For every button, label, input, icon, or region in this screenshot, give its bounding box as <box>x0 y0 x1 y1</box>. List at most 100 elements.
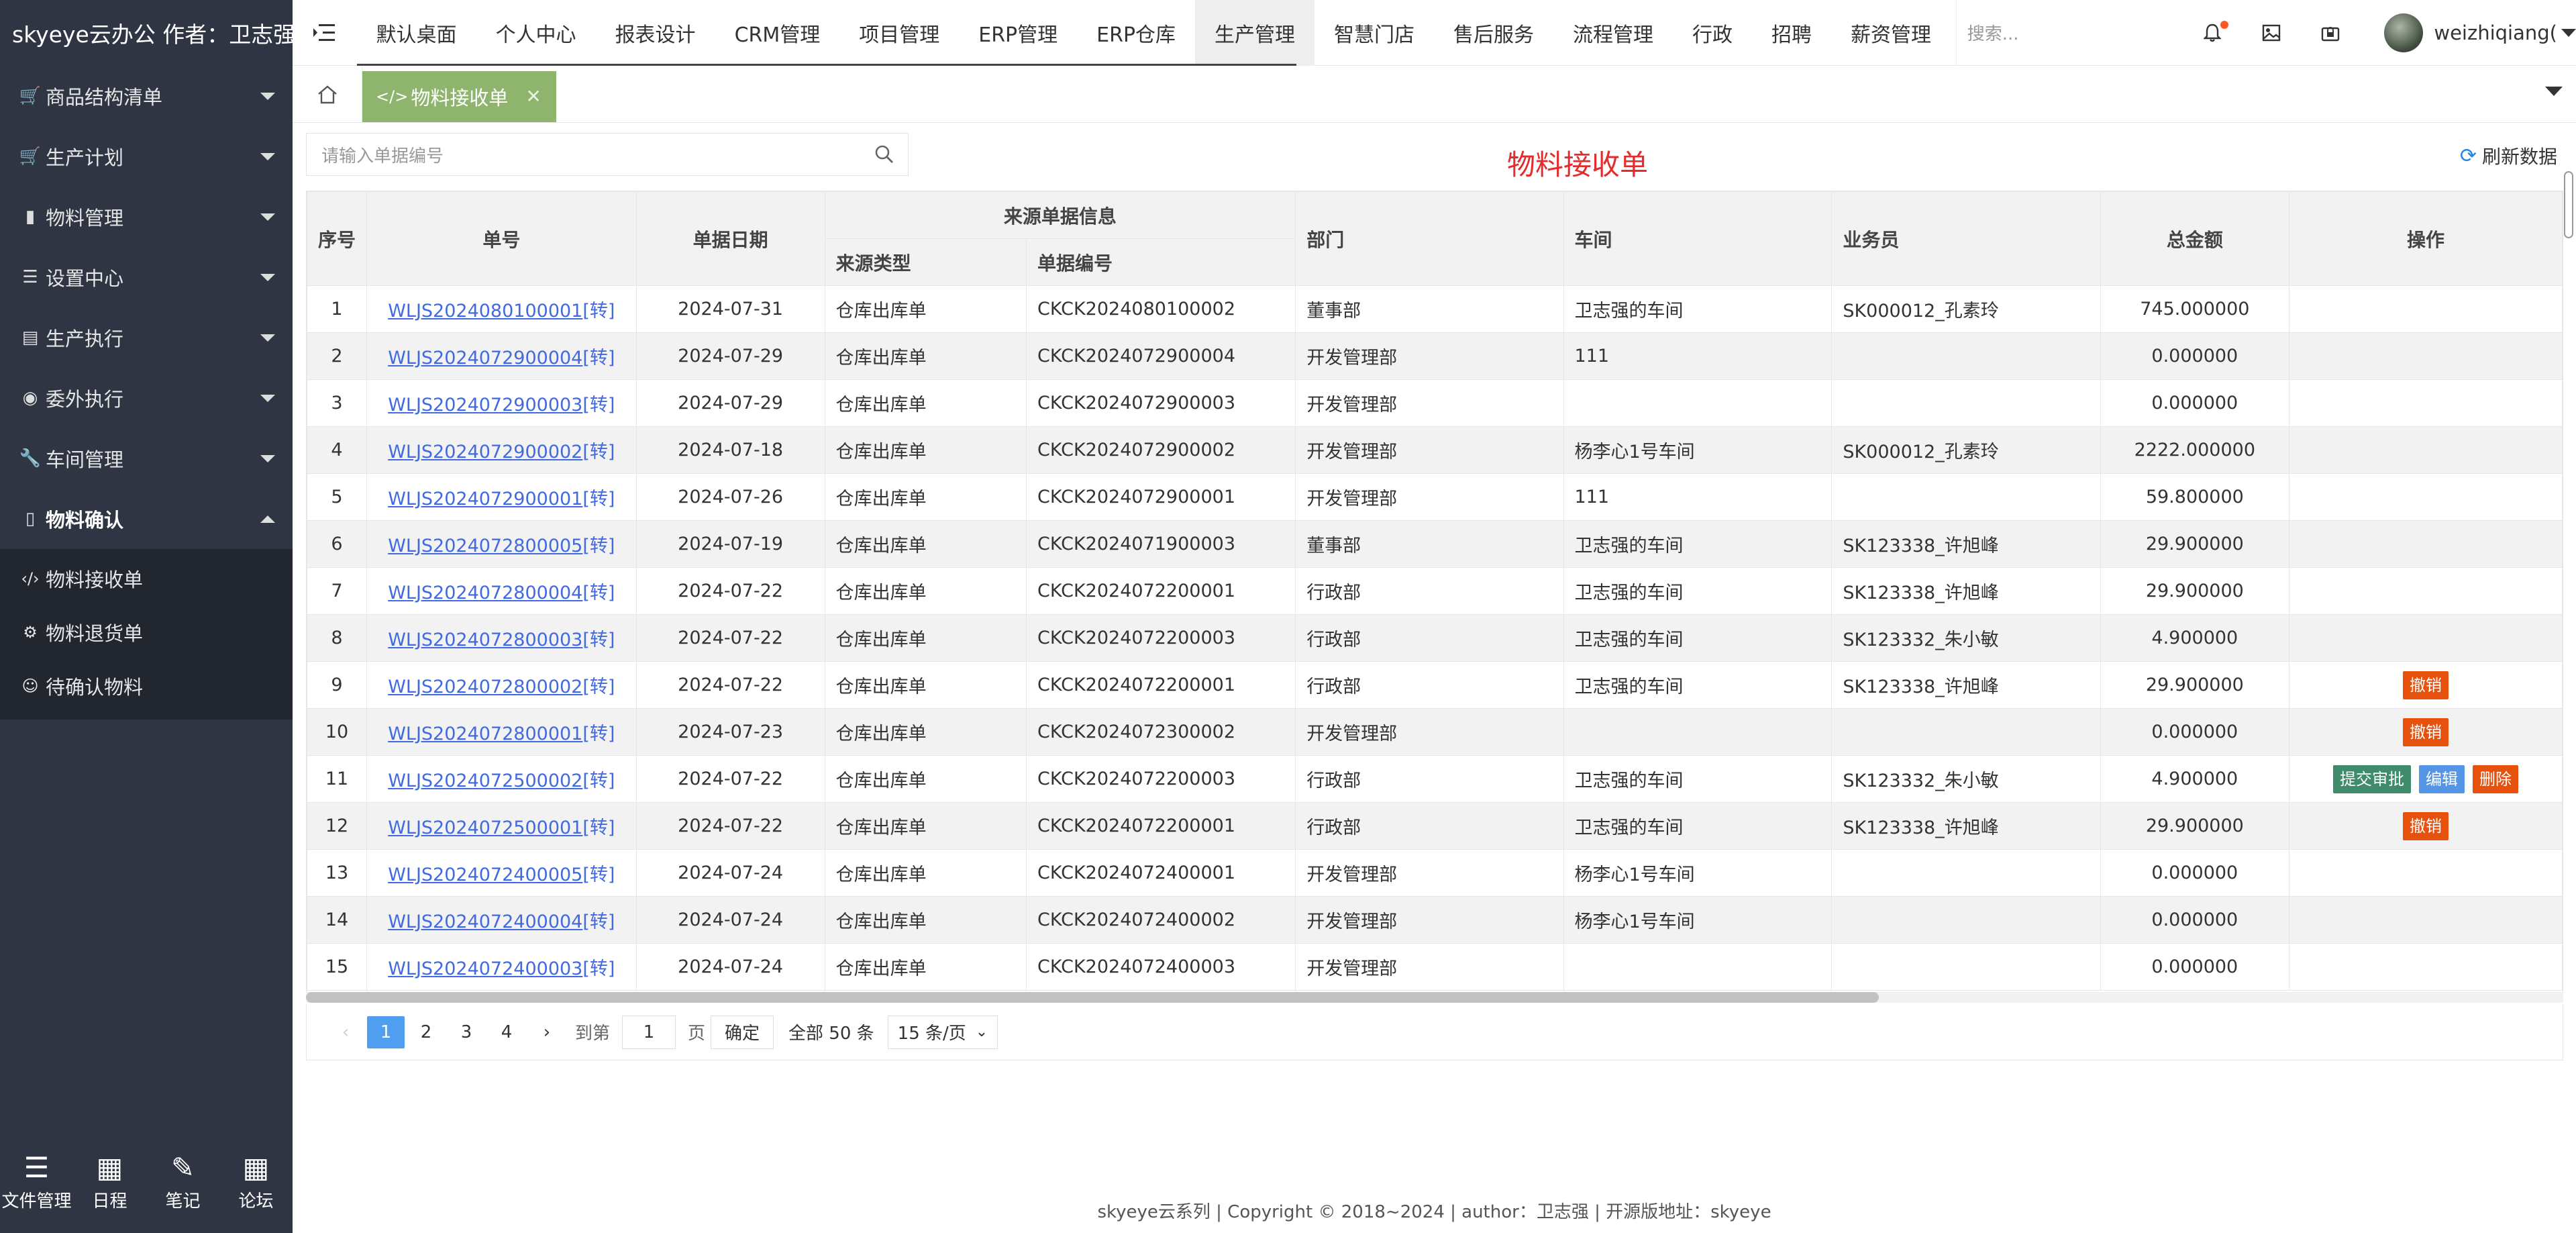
sidebar-item-7[interactable]: ▯ 物料确认 <box>0 489 293 549</box>
convert-tag[interactable]: [转] <box>582 818 615 838</box>
home-icon[interactable] <box>293 66 362 123</box>
convert-tag[interactable]: [转] <box>582 583 615 603</box>
bell-icon[interactable] <box>2183 20 2242 42</box>
sidebar-item-4[interactable]: ▤ 生产执行 <box>0 307 293 368</box>
bottom-item-2[interactable]: ✎ 笔记 <box>146 1132 219 1233</box>
sidebar-item-2[interactable]: ▮ 物料管理 <box>0 187 293 247</box>
bill-link[interactable]: WLJS2024072800003 <box>388 630 582 650</box>
row-action-button[interactable]: 撤销 <box>2402 811 2449 840</box>
table-row: 13 WLJS2024072400005[转] 2024-07-24 仓库出库单 CKC… <box>307 849 2563 897</box>
bill-link[interactable]: WLJS2024080100001 <box>388 301 582 322</box>
convert-tag[interactable]: [转] <box>582 677 615 697</box>
vertical-scrollbar[interactable] <box>2564 171 2573 238</box>
nav-item-10[interactable]: 流程管理 <box>1553 0 1673 66</box>
convert-tag[interactable]: [转] <box>582 395 615 415</box>
refresh-button[interactable]: ⟳ 刷新数据 <box>2460 142 2557 169</box>
nav-item-4[interactable]: 项目管理 <box>839 0 959 66</box>
nav-item-9[interactable]: 售后服务 <box>1434 0 1553 66</box>
cell-source-no: CKCK2024072200001 <box>1026 661 1296 709</box>
bill-link[interactable]: WLJS2024072500001 <box>388 818 582 838</box>
convert-tag[interactable]: [转] <box>582 771 615 791</box>
goto-confirm-button[interactable]: 确定 <box>711 1015 774 1049</box>
bill-link[interactable]: WLJS2024072900002 <box>388 442 582 462</box>
convert-tag[interactable]: [转] <box>582 630 615 650</box>
convert-tag[interactable]: [转] <box>582 865 615 885</box>
nav-item-3[interactable]: CRM管理 <box>715 0 840 66</box>
page-4[interactable]: 4 <box>488 1016 525 1048</box>
bottom-item-3[interactable]: ▦ 论坛 <box>219 1132 293 1233</box>
scrollbar-thumb[interactable] <box>306 992 1879 1003</box>
convert-tag[interactable]: [转] <box>582 536 615 556</box>
image-icon[interactable] <box>2242 24 2301 42</box>
convert-tag[interactable]: [转] <box>582 911 615 932</box>
bill-link[interactable]: WLJS2024072900004 <box>388 348 582 368</box>
chevron-down-icon <box>2561 28 2576 37</box>
tab-more-icon[interactable] <box>2545 87 2563 96</box>
convert-tag[interactable]: [转] <box>582 348 615 368</box>
bill-link[interactable]: WLJS2024072800005 <box>388 536 582 556</box>
bill-link[interactable]: WLJS2024072400003 <box>388 958 582 979</box>
nav-item-6[interactable]: ERP仓库 <box>1077 0 1195 66</box>
cell-total: 745.000000 <box>2100 285 2289 333</box>
row-action-button[interactable]: 删除 <box>2472 765 2518 793</box>
sidebar-subitem-1[interactable]: ⚙ 物料退货单 <box>0 605 293 659</box>
convert-tag[interactable]: [转] <box>582 958 615 979</box>
sidebar-subitem-0[interactable]: ‹/› 物料接收单 <box>0 552 293 605</box>
close-icon[interactable]: ✕ <box>525 85 541 107</box>
page-3[interactable]: 3 <box>448 1016 485 1048</box>
cell-workshop: 卫志强的车间 <box>1563 567 1833 615</box>
row-action-button[interactable]: 编辑 <box>2418 765 2465 793</box>
bill-link[interactable]: WLJS2024072400004 <box>388 911 582 932</box>
bill-link[interactable]: WLJS2024072800001 <box>388 724 582 744</box>
horizontal-scrollbar[interactable] <box>306 992 2563 1003</box>
nav-item-2[interactable]: 报表设计 <box>596 0 715 66</box>
convert-tag[interactable]: [转] <box>582 724 615 744</box>
global-search-input[interactable]: 搜索... <box>1955 0 2177 66</box>
menu-toggle-icon[interactable] <box>293 0 357 66</box>
page-size-select[interactable]: 15 条/页 ⌄ <box>887 1015 998 1049</box>
nav-item-13[interactable]: 薪资管理 <box>1831 0 1951 66</box>
nav-item-12[interactable]: 招聘 <box>1752 0 1831 66</box>
bill-link[interactable]: WLJS2024072800004 <box>388 583 582 603</box>
bottom-item-1[interactable]: ▦ 日程 <box>73 1132 146 1233</box>
nav-item-5[interactable]: ERP管理 <box>959 0 1077 66</box>
convert-tag[interactable]: [转] <box>582 301 615 322</box>
bill-link[interactable]: WLJS2024072500002 <box>388 771 582 791</box>
user-menu[interactable]: weizhiqiang( <box>2384 13 2576 52</box>
bill-link[interactable]: WLJS2024072900003 <box>388 395 582 415</box>
cell-salesman <box>1831 473 2101 521</box>
bottom-item-0[interactable]: ☰ 文件管理 <box>0 1132 73 1233</box>
row-action-button[interactable]: 撤销 <box>2402 718 2449 746</box>
sidebar-subitem-2[interactable]: ☺ 待确认物料 <box>0 659 293 713</box>
convert-tag[interactable]: [转] <box>582 489 615 509</box>
nav-item-1[interactable]: 个人中心 <box>476 0 596 66</box>
nav-item-8[interactable]: 智慧门店 <box>1315 0 1434 66</box>
sidebar-item-1[interactable]: 🛒 生产计划 <box>0 126 293 187</box>
sidebar-item-3[interactable]: ☰ 设置中心 <box>0 247 293 307</box>
sidebar-item-6[interactable]: 🔧 车间管理 <box>0 428 293 489</box>
goto-page-input[interactable]: 1 <box>622 1015 676 1049</box>
cell-source-no: CKCK2024072200003 <box>1026 614 1296 662</box>
next-page-icon[interactable]: › <box>528 1016 566 1048</box>
sidebar-item-0[interactable]: 🛒 商品结构清单 <box>0 66 293 126</box>
row-action-button[interactable]: 提交审批 <box>2332 765 2411 793</box>
lock-screen-icon[interactable] <box>2301 24 2360 42</box>
nav-item-11[interactable]: 行政 <box>1673 0 1752 66</box>
nav-item-7[interactable]: 生产管理 <box>1195 0 1315 66</box>
prev-page-icon[interactable]: ‹ <box>327 1016 364 1048</box>
bill-link[interactable]: WLJS2024072400005 <box>388 865 582 885</box>
sidebar-item-label: 物料管理 <box>46 207 124 230</box>
cell-no: WLJS2024072400003[转] <box>366 943 637 991</box>
page-2[interactable]: 2 <box>407 1016 445 1048</box>
bill-search-input[interactable]: 请输入单据编号 <box>306 133 909 176</box>
bill-link[interactable]: WLJS2024072800002 <box>388 677 582 697</box>
row-action-button[interactable]: 撤销 <box>2402 671 2449 699</box>
top-bar: 默认桌面 个人中心 报表设计 CRM管理 项目管理 ERP管理 ERP仓库 生产管理 智慧门店售… <box>293 0 2576 66</box>
tab-material-receipt[interactable]: </> 物料接收单 ✕ <box>362 70 556 122</box>
convert-tag[interactable]: [转] <box>582 442 615 462</box>
bill-link[interactable]: WLJS2024072900001 <box>388 489 582 509</box>
sidebar-item-5[interactable]: ◉ 委外执行 <box>0 368 293 428</box>
search-icon[interactable] <box>874 144 894 169</box>
nav-item-0[interactable]: 默认桌面 <box>357 0 476 66</box>
page-1[interactable]: 1 <box>367 1016 405 1048</box>
